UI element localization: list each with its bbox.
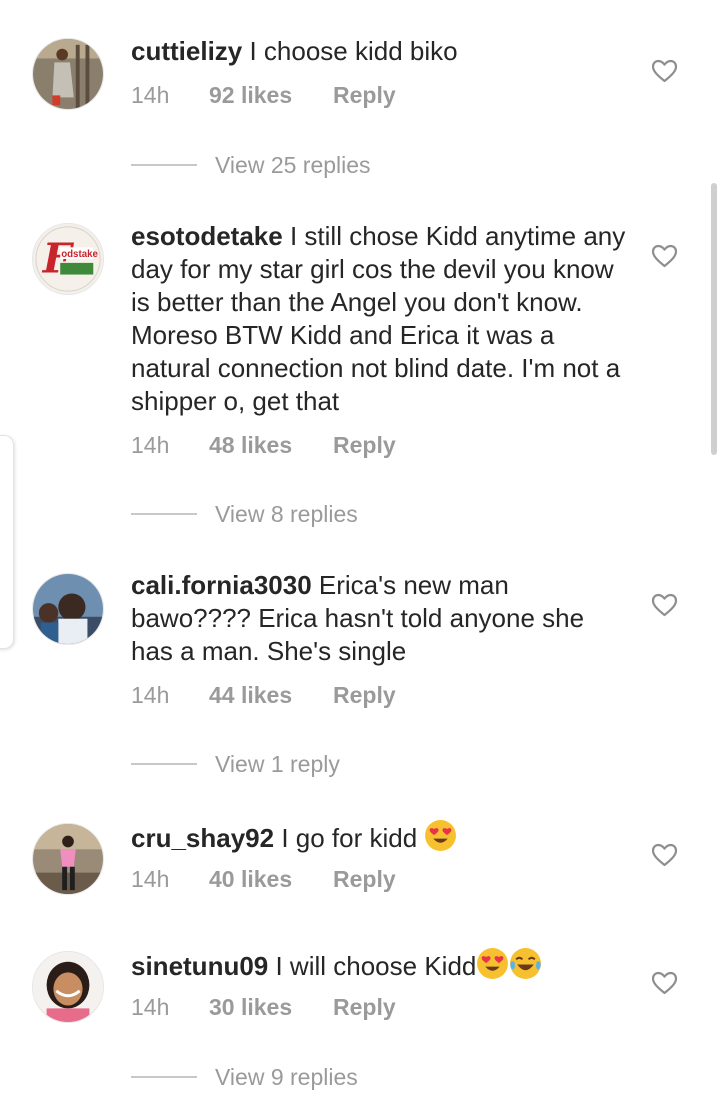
- comment-time: 14h: [131, 994, 170, 1020]
- username[interactable]: esotodetake: [131, 221, 283, 251]
- divider-line: [131, 512, 197, 515]
- comment-time: 14h: [131, 866, 170, 892]
- username[interactable]: sinetunu09: [131, 951, 268, 981]
- view-replies-label: View 25 replies: [215, 152, 371, 178]
- comment-likes[interactable]: 92 likes: [209, 80, 333, 110]
- avatar[interactable]: [32, 573, 104, 645]
- view-replies-label: View 9 replies: [215, 1064, 358, 1090]
- reply-button[interactable]: Reply: [333, 680, 396, 710]
- comment-text: cali.fornia3030 Erica's new man bawo????…: [131, 569, 631, 668]
- heart-outline-icon[interactable]: [651, 59, 678, 83]
- reply-button[interactable]: Reply: [333, 80, 396, 110]
- comment-text: cuttielizy I choose kidd biko: [131, 35, 631, 68]
- side-panel-edge: [0, 435, 14, 649]
- comment-time: 14h: [131, 432, 170, 458]
- username[interactable]: cru_shay92: [131, 823, 274, 853]
- avatar-logo-text: odstake: [61, 249, 98, 260]
- comment-likes[interactable]: 44 likes: [209, 680, 333, 710]
- avatar[interactable]: F odstake: [32, 223, 104, 295]
- comment-likes[interactable]: 40 likes: [209, 864, 333, 894]
- reply-button[interactable]: Reply: [333, 864, 396, 894]
- comment-likes[interactable]: 30 likes: [209, 992, 333, 1022]
- comment-text: cru_shay92 I go for kidd: [131, 819, 631, 855]
- divider-line: [131, 1075, 197, 1078]
- comment-meta: 14h 30 likes Reply: [131, 992, 396, 1022]
- username[interactable]: cuttielizy: [131, 36, 242, 66]
- heart-outline-icon[interactable]: [651, 843, 678, 867]
- reply-button[interactable]: Reply: [333, 992, 396, 1022]
- avatar[interactable]: [32, 38, 104, 110]
- view-replies-label: View 1 reply: [215, 751, 340, 777]
- heart-outline-icon[interactable]: [651, 593, 678, 617]
- scrollbar[interactable]: [711, 183, 717, 455]
- comment-time: 14h: [131, 82, 170, 108]
- view-replies-label: View 8 replies: [215, 501, 358, 527]
- view-replies-button[interactable]: View 8 replies: [131, 499, 358, 529]
- comment-time: 14h: [131, 682, 170, 708]
- comment-body: I go for kidd: [281, 823, 418, 853]
- tears-of-joy-emoji: [510, 948, 542, 979]
- divider-line: [131, 762, 197, 765]
- comment-meta: 14h 40 likes Reply: [131, 864, 396, 894]
- divider-line: [131, 163, 197, 166]
- comment-body: I will choose Kidd: [275, 951, 477, 981]
- username[interactable]: cali.fornia3030: [131, 570, 312, 600]
- view-replies-button[interactable]: View 9 replies: [131, 1062, 358, 1092]
- view-replies-button[interactable]: View 1 reply: [131, 749, 340, 779]
- reply-button[interactable]: Reply: [333, 430, 396, 460]
- comment-text: esotodetake I still chose Kidd anytime a…: [131, 220, 631, 418]
- heart-eyes-emoji: [425, 820, 457, 851]
- heart-eyes-emoji: [477, 948, 509, 979]
- comment-likes[interactable]: 48 likes: [209, 430, 333, 460]
- comment-meta: 14h 44 likes Reply: [131, 680, 396, 710]
- heart-outline-icon[interactable]: [651, 244, 678, 268]
- avatar[interactable]: [32, 823, 104, 895]
- comment-text: sinetunu09 I will choose Kidd: [131, 947, 631, 983]
- comment-meta: 14h 92 likes Reply: [131, 80, 396, 110]
- view-replies-button[interactable]: View 25 replies: [131, 150, 371, 180]
- comment-meta: 14h 48 likes Reply: [131, 430, 396, 460]
- avatar[interactable]: [32, 951, 104, 1023]
- heart-outline-icon[interactable]: [651, 971, 678, 995]
- comment-body: I choose kidd biko: [249, 36, 458, 66]
